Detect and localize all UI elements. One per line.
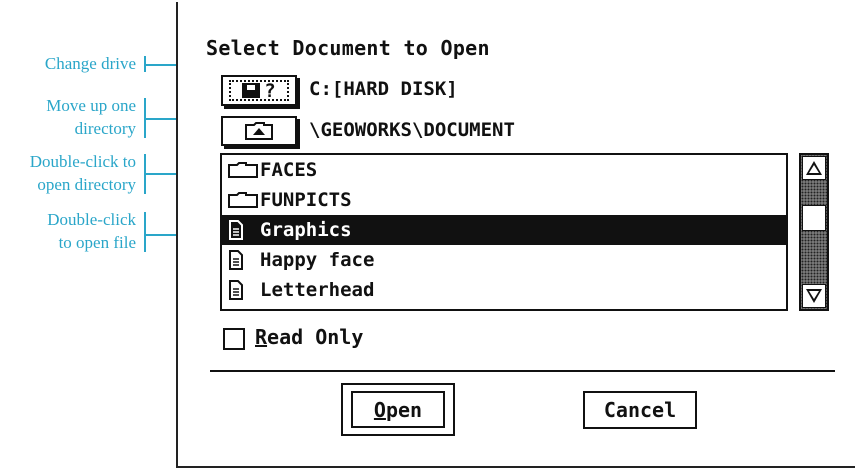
document-icon bbox=[224, 250, 260, 270]
list-item-label: FUNPICTS bbox=[260, 189, 352, 211]
list-item-folder-funpicts[interactable]: FUNPICTS bbox=[222, 185, 786, 215]
current-drive-label: C:[HARD DISK] bbox=[309, 78, 458, 100]
up-folder-icon bbox=[245, 122, 273, 140]
callout-open-dir-line2: open directory bbox=[37, 175, 136, 194]
callout-open-dir-line1: Double-click to bbox=[29, 152, 136, 171]
dialog-title: Select Document to Open bbox=[206, 36, 490, 60]
list-item-folder-faces[interactable]: FACES bbox=[222, 155, 786, 185]
disk-icon bbox=[242, 83, 261, 98]
folder-icon bbox=[224, 162, 260, 178]
document-icon bbox=[224, 280, 260, 300]
cancel-button-label: Cancel bbox=[603, 398, 677, 422]
callout-move-up-line1: Move up one bbox=[46, 96, 136, 115]
callout-open-file-line2: to open file bbox=[58, 233, 136, 252]
callout-open-file: Double-click to open file bbox=[0, 208, 136, 254]
callout-tick bbox=[144, 212, 146, 252]
open-button-frame[interactable]: Open bbox=[341, 383, 455, 436]
list-item-file-happy-face[interactable]: Happy face bbox=[222, 245, 786, 275]
callout-change-drive: Change drive bbox=[0, 52, 136, 75]
callout-change-drive-text: Change drive bbox=[44, 54, 136, 73]
read-only-label[interactable]: Read Only bbox=[255, 325, 363, 349]
list-item-file-letterhead[interactable]: Letterhead bbox=[222, 275, 786, 305]
change-drive-button[interactable]: ? bbox=[221, 75, 297, 106]
document-icon bbox=[224, 220, 260, 240]
scroll-up-arrow-icon[interactable] bbox=[802, 156, 826, 180]
list-item-label: Graphics bbox=[260, 219, 352, 241]
dialog-divider bbox=[210, 370, 835, 372]
up-directory-button[interactable] bbox=[221, 116, 297, 146]
drive-icon: ? bbox=[229, 79, 289, 102]
read-only-checkbox[interactable] bbox=[223, 328, 245, 350]
list-item-label: Happy face bbox=[260, 249, 375, 271]
open-button[interactable]: Open bbox=[351, 391, 445, 428]
list-item-label: FACES bbox=[260, 159, 318, 181]
scroll-down-arrow-icon[interactable] bbox=[802, 284, 826, 308]
callout-move-up-line2: directory bbox=[74, 119, 136, 138]
cancel-button[interactable]: Cancel bbox=[583, 391, 697, 429]
open-button-label: Open bbox=[373, 397, 423, 422]
folder-icon bbox=[224, 192, 260, 208]
callout-move-up: Move up one directory bbox=[0, 94, 136, 140]
callout-open-directory: Double-click to open directory bbox=[0, 150, 136, 196]
callout-open-file-line1: Double-click bbox=[47, 210, 136, 229]
current-path-label: \GEOWORKS\DOCUMENT bbox=[309, 119, 515, 141]
list-item-file-graphics[interactable]: Graphics bbox=[222, 215, 786, 245]
file-list[interactable]: FACES FUNPICTS Graphics Happy face Lette… bbox=[220, 153, 788, 311]
drive-button-label: ? bbox=[264, 79, 276, 102]
list-item-label: Letterhead bbox=[260, 279, 375, 301]
file-list-scrollbar[interactable] bbox=[799, 153, 829, 311]
scroll-thumb[interactable] bbox=[802, 205, 826, 231]
